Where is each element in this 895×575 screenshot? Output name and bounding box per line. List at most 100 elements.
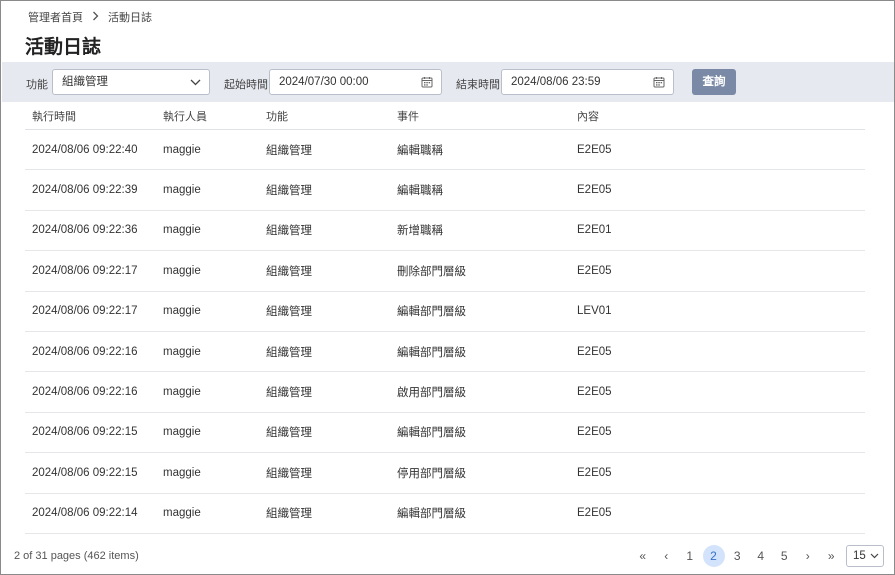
breadcrumb-current: 活動日誌	[108, 12, 152, 24]
cell-operator: maggie	[163, 184, 201, 197]
breadcrumb-home[interactable]: 管理者首頁	[28, 9, 83, 25]
cell-operator: maggie	[163, 305, 201, 318]
filter-bar: 功能 組織管理 起始時間 2024/07/30 00:00 結束時間 2024/…	[2, 62, 894, 102]
page-button-4[interactable]: 4	[749, 545, 773, 567]
cell-event: 新增職稱	[397, 225, 443, 238]
table-row: 2024/08/06 09:22:15 maggie 組織管理 停用部門層級 E…	[25, 453, 865, 494]
prev-page-button[interactable]: ‹	[655, 545, 679, 567]
last-page-button[interactable]: »	[820, 545, 844, 567]
cell-event: 編輯部門層級	[397, 306, 466, 319]
cell-operator: maggie	[163, 224, 201, 237]
table-row: 2024/08/06 09:22:16 maggie 組織管理 編輯部門層級 E…	[25, 332, 865, 373]
pagination-summary: 2 of 31 pages (462 items)	[14, 550, 139, 562]
cell-content: E2E05	[577, 143, 612, 156]
cell-event: 編輯職稱	[397, 144, 443, 157]
pagination: « ‹ 1 2 3 4 5 › »	[631, 545, 843, 567]
cell-function: 組織管理	[266, 306, 312, 319]
first-page-button[interactable]: «	[631, 545, 655, 567]
cell-operator: maggie	[163, 143, 201, 156]
cell-time: 2024/08/06 09:22:15	[32, 466, 138, 479]
cell-event: 停用部門層級	[397, 467, 466, 480]
page-size-value: 15	[853, 550, 866, 562]
cell-function: 組織管理	[266, 427, 312, 440]
cell-function: 組織管理	[266, 185, 312, 198]
cell-time: 2024/08/06 09:22:36	[32, 224, 138, 237]
start-time-label: 起始時間	[224, 79, 268, 91]
cell-function: 組織管理	[266, 144, 312, 157]
table-row: 2024/08/06 09:22:14 maggie 組織管理 編輯部門層級 E…	[25, 494, 865, 534]
cell-function: 組織管理	[266, 346, 312, 359]
end-time-label: 結束時間	[456, 79, 500, 91]
cell-operator: maggie	[163, 507, 201, 520]
cell-event: 編輯部門層級	[397, 427, 466, 440]
cell-time: 2024/08/06 09:22:16	[32, 345, 138, 358]
table-row: 2024/08/06 09:22:17 maggie 組織管理 編輯部門層級 L…	[25, 292, 865, 332]
cell-content: E2E05	[577, 386, 612, 399]
page-button-1[interactable]: 1	[678, 545, 702, 567]
cell-event: 編輯職稱	[397, 185, 443, 198]
chevron-down-icon	[870, 546, 879, 566]
cell-time: 2024/08/06 09:22:16	[32, 386, 138, 399]
cell-operator: maggie	[163, 386, 201, 399]
column-header-event: 事件	[397, 111, 419, 123]
start-time-value: 2024/07/30 00:00	[279, 76, 369, 88]
cell-function: 組織管理	[266, 225, 312, 238]
chevron-down-icon	[190, 70, 201, 94]
cell-function: 組織管理	[266, 387, 312, 400]
cell-event: 編輯部門層級	[397, 346, 466, 359]
end-time-input[interactable]: 2024/08/06 23:59	[501, 69, 674, 95]
cell-time: 2024/08/06 09:22:14	[32, 507, 138, 520]
table-row: 2024/08/06 09:22:17 maggie 組織管理 刪除部門層級 E…	[25, 251, 865, 292]
cell-operator: maggie	[163, 426, 201, 439]
cell-content: E2E05	[577, 345, 612, 358]
table-header: 執行時間 執行人員 功能 事件 內容	[25, 103, 865, 130]
cell-time: 2024/08/06 09:22:17	[32, 305, 138, 318]
cell-time: 2024/08/06 09:22:39	[32, 184, 138, 197]
column-header-time: 執行時間	[32, 111, 76, 123]
table-row: 2024/08/06 09:22:15 maggie 組織管理 編輯部門層級 E…	[25, 413, 865, 454]
page-title: 活動日誌	[25, 37, 102, 58]
start-time-input[interactable]: 2024/07/30 00:00	[269, 69, 442, 95]
table-row: 2024/08/06 09:22:39 maggie 組織管理 編輯職稱 E2E…	[25, 170, 865, 211]
chevron-right-icon	[92, 10, 99, 24]
cell-function: 組織管理	[266, 508, 312, 521]
cell-content: E2E05	[577, 466, 612, 479]
cell-time: 2024/08/06 09:22:17	[32, 264, 138, 277]
cell-content: E2E05	[577, 426, 612, 439]
cell-content: E2E01	[577, 224, 612, 237]
page-size-select[interactable]: 15	[846, 545, 884, 567]
next-page-button[interactable]: ›	[796, 545, 820, 567]
breadcrumb: 管理者首頁 活動日誌	[28, 9, 152, 25]
column-header-function: 功能	[266, 111, 288, 123]
end-time-value: 2024/08/06 23:59	[511, 76, 601, 88]
page-button-5[interactable]: 5	[773, 545, 797, 567]
table-row: 2024/08/06 09:22:36 maggie 組織管理 新增職稱 E2E…	[25, 211, 865, 252]
page-button-3[interactable]: 3	[726, 545, 750, 567]
function-filter-label: 功能	[26, 79, 48, 91]
cell-event: 刪除部門層級	[397, 265, 466, 278]
cell-event: 啟用部門層級	[397, 387, 466, 400]
cell-operator: maggie	[163, 345, 201, 358]
cell-content: E2E05	[577, 507, 612, 520]
calendar-icon[interactable]	[653, 70, 665, 94]
cell-operator: maggie	[163, 264, 201, 277]
query-button[interactable]: 查詢	[692, 69, 736, 95]
cell-time: 2024/08/06 09:22:40	[32, 143, 138, 156]
cell-content: E2E05	[577, 184, 612, 197]
activity-log-table: 執行時間 執行人員 功能 事件 內容 2024/08/06 09:22:40 m…	[25, 103, 865, 534]
cell-event: 編輯部門層級	[397, 508, 466, 521]
cell-content: LEV01	[577, 305, 612, 318]
cell-time: 2024/08/06 09:22:15	[32, 426, 138, 439]
calendar-icon[interactable]	[421, 70, 433, 94]
cell-function: 組織管理	[266, 467, 312, 480]
cell-function: 組織管理	[266, 265, 312, 278]
cell-content: E2E05	[577, 264, 612, 277]
column-header-content: 內容	[577, 111, 599, 123]
table-row: 2024/08/06 09:22:16 maggie 組織管理 啟用部門層級 E…	[25, 372, 865, 413]
table-row: 2024/08/06 09:22:40 maggie 組織管理 編輯職稱 E2E…	[25, 130, 865, 171]
app-window: 管理者首頁 活動日誌 活動日誌 功能 組織管理 起始時間 2024/07/30 …	[0, 0, 895, 575]
column-header-operator: 執行人員	[163, 111, 207, 123]
page-button-2[interactable]: 2	[702, 545, 725, 567]
function-select[interactable]: 組織管理	[52, 69, 210, 95]
function-select-value: 組織管理	[62, 76, 108, 88]
